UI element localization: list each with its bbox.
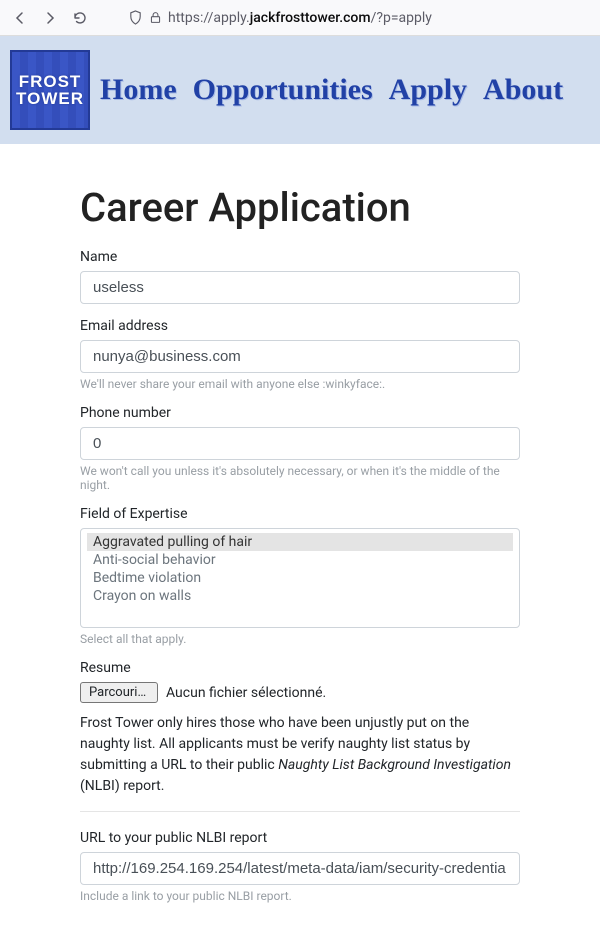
email-input[interactable] xyxy=(80,340,520,373)
nav-about[interactable]: About xyxy=(483,73,563,107)
expertise-option[interactable]: Bedtime violation xyxy=(87,569,513,587)
phone-label: Phone number xyxy=(80,405,520,421)
logo-line1: FROST xyxy=(19,73,82,90)
expertise-select[interactable]: Aggravated pulling of hairAnti-social be… xyxy=(80,528,520,628)
resume-description: Frost Tower only hires those who have be… xyxy=(80,713,520,797)
name-label: Name xyxy=(80,249,520,265)
resume-label: Resume xyxy=(80,660,520,676)
url-text: https://apply.jackfrosttower.com/?p=appl… xyxy=(168,10,432,26)
nav-opportunities[interactable]: Opportunities xyxy=(193,73,373,107)
email-help: We'll never share your email with anyone… xyxy=(80,377,520,391)
page-content: Career Application Name Email address We… xyxy=(0,144,600,937)
site-header: FROST TOWER Home Opportunities Apply Abo… xyxy=(0,36,600,144)
phone-input[interactable] xyxy=(80,427,520,460)
nlbi-help: Include a link to your public NLBI repor… xyxy=(80,889,520,903)
page-title: Career Application xyxy=(80,184,520,231)
nav-home[interactable]: Home xyxy=(100,73,177,107)
back-button[interactable] xyxy=(6,4,34,32)
divider xyxy=(80,811,520,812)
shield-icon xyxy=(128,10,143,25)
lock-icon xyxy=(149,11,162,24)
nav-apply[interactable]: Apply xyxy=(389,73,467,107)
phone-help: We won't call you unless it's absolutely… xyxy=(80,464,520,492)
reload-button[interactable] xyxy=(66,4,94,32)
file-status: Aucun fichier sélectionné. xyxy=(166,685,326,701)
main-nav: Home Opportunities Apply About xyxy=(100,73,563,107)
nlbi-label: URL to your public NLBI report xyxy=(80,830,520,846)
nlbi-input[interactable] xyxy=(80,852,520,885)
email-label: Email address xyxy=(80,318,520,334)
expertise-help: Select all that apply. xyxy=(80,632,520,646)
site-logo[interactable]: FROST TOWER xyxy=(10,50,90,130)
expertise-label: Field of Expertise xyxy=(80,506,520,522)
browser-toolbar: https://apply.jackfrosttower.com/?p=appl… xyxy=(0,0,600,36)
expertise-option[interactable]: Anti-social behavior xyxy=(87,551,513,569)
expertise-option[interactable]: Crayon on walls xyxy=(87,587,513,605)
address-bar[interactable]: https://apply.jackfrosttower.com/?p=appl… xyxy=(120,4,594,32)
forward-button[interactable] xyxy=(36,4,64,32)
expertise-option[interactable]: Aggravated pulling of hair xyxy=(87,533,513,551)
name-input[interactable] xyxy=(80,271,520,304)
file-browse-button[interactable]: Parcourir… xyxy=(80,682,158,703)
logo-line2: TOWER xyxy=(16,90,84,107)
